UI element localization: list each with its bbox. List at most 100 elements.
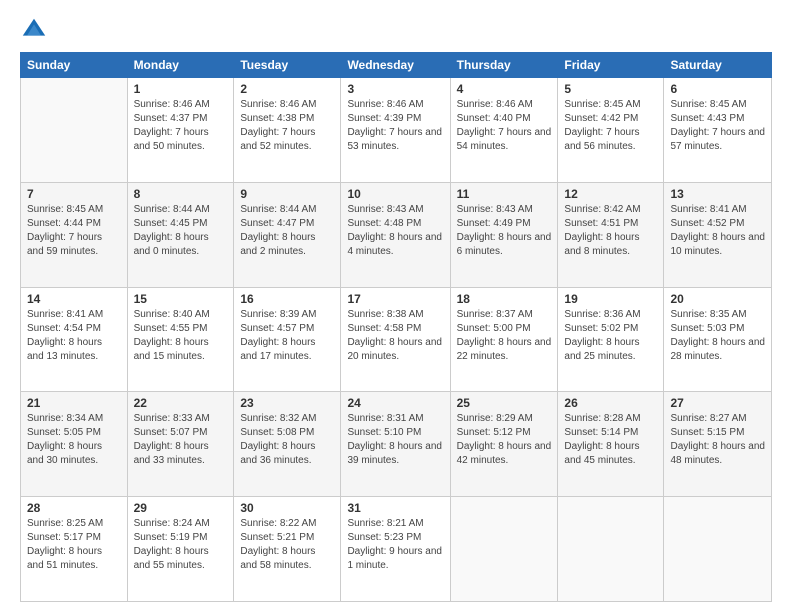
calendar-cell: 25 Sunrise: 8:29 AMSunset: 5:12 PMDayligh… bbox=[450, 392, 558, 497]
day-info: Sunrise: 8:45 AMSunset: 4:44 PMDaylight:… bbox=[27, 203, 121, 259]
weekday-header: Friday bbox=[558, 53, 664, 78]
calendar-week-row: 7 Sunrise: 8:45 AMSunset: 4:44 PMDaylight… bbox=[21, 182, 772, 287]
day-number: 3 bbox=[347, 82, 443, 96]
calendar-cell: 18Sunrise: 8:37 AMSunset: 5:00 PMDayligh… bbox=[450, 287, 558, 392]
day-number: 16 bbox=[240, 292, 334, 306]
day-info: Sunrise: 8:38 AMSunset: 4:58 PMDaylight:… bbox=[347, 308, 443, 364]
day-number: 6 bbox=[670, 82, 765, 96]
day-info: Sunrise: 8:24 AMSunset: 5:19 PMDaylight:… bbox=[134, 517, 228, 573]
calendar-cell bbox=[558, 497, 664, 602]
day-number: 14 bbox=[27, 292, 121, 306]
calendar-cell: 8Sunrise: 8:44 AMSunset: 4:45 PMDaylight… bbox=[127, 182, 234, 287]
day-number: 4 bbox=[457, 82, 552, 96]
day-info: Sunrise: 8:31 AMSunset: 5:10 PMDaylight:… bbox=[347, 412, 443, 468]
day-number: 11 bbox=[457, 187, 552, 201]
day-number: 29 bbox=[134, 501, 228, 515]
day-number: 13 bbox=[670, 187, 765, 201]
day-number: 27 bbox=[670, 396, 765, 410]
day-number: 9 bbox=[240, 187, 334, 201]
calendar-cell: 13Sunrise: 8:41 AMSunset: 4:52 PMDayligh… bbox=[664, 182, 772, 287]
calendar-cell: 11 Sunrise: 8:43 AMSunset: 4:49 PMDayligh… bbox=[450, 182, 558, 287]
logo-icon bbox=[20, 16, 48, 44]
day-info: Sunrise: 8:25 AMSunset: 5:17 PMDaylight:… bbox=[27, 517, 121, 573]
day-info: Sunrise: 8:39 AMSunset: 4:57 PMDaylight:… bbox=[240, 308, 334, 364]
day-number: 26 bbox=[564, 396, 657, 410]
calendar-cell: 4 Sunrise: 8:46 AMSunset: 4:40 PMDaylight… bbox=[450, 78, 558, 183]
calendar-cell: 20 Sunrise: 8:35 AMSunset: 5:03 PMDayligh… bbox=[664, 287, 772, 392]
day-info: Sunrise: 8:44 AMSunset: 4:47 PMDaylight:… bbox=[240, 203, 334, 259]
day-number: 2 bbox=[240, 82, 334, 96]
day-number: 12 bbox=[564, 187, 657, 201]
day-number: 17 bbox=[347, 292, 443, 306]
calendar-cell: 16 Sunrise: 8:39 AMSunset: 4:57 PMDayligh… bbox=[234, 287, 341, 392]
day-info: Sunrise: 8:43 AMSunset: 4:49 PMDaylight:… bbox=[457, 203, 552, 259]
calendar-cell bbox=[21, 78, 128, 183]
calendar-cell bbox=[450, 497, 558, 602]
day-info: Sunrise: 8:27 AMSunset: 5:15 PMDaylight:… bbox=[670, 412, 765, 468]
day-number: 21 bbox=[27, 396, 121, 410]
calendar-table: SundayMondayTuesdayWednesdayThursdayFrid… bbox=[20, 52, 772, 602]
day-info: Sunrise: 8:33 AMSunset: 5:07 PMDaylight:… bbox=[134, 412, 228, 468]
weekday-header: Sunday bbox=[21, 53, 128, 78]
calendar-cell: 2Sunrise: 8:46 AMSunset: 4:38 PMDaylight… bbox=[234, 78, 341, 183]
logo bbox=[20, 16, 52, 44]
calendar-cell: 22 Sunrise: 8:33 AMSunset: 5:07 PMDayligh… bbox=[127, 392, 234, 497]
day-number: 30 bbox=[240, 501, 334, 515]
calendar-week-row: 14 Sunrise: 8:41 AMSunset: 4:54 PMDayligh… bbox=[21, 287, 772, 392]
day-number: 5 bbox=[564, 82, 657, 96]
calendar-week-row: 21 Sunrise: 8:34 AMSunset: 5:05 PMDayligh… bbox=[21, 392, 772, 497]
day-number: 19 bbox=[564, 292, 657, 306]
day-info: Sunrise: 8:37 AMSunset: 5:00 PMDaylight:… bbox=[457, 308, 552, 364]
day-info: Sunrise: 8:41 AMSunset: 4:54 PMDaylight:… bbox=[27, 308, 121, 364]
day-info: Sunrise: 8:34 AMSunset: 5:05 PMDaylight:… bbox=[27, 412, 121, 468]
calendar-cell: 26Sunrise: 8:28 AMSunset: 5:14 PMDayligh… bbox=[558, 392, 664, 497]
header bbox=[20, 16, 772, 44]
calendar-cell: 9 Sunrise: 8:44 AMSunset: 4:47 PMDaylight… bbox=[234, 182, 341, 287]
weekday-header: Wednesday bbox=[341, 53, 450, 78]
calendar-cell: 7 Sunrise: 8:45 AMSunset: 4:44 PMDaylight… bbox=[21, 182, 128, 287]
calendar-cell: 14 Sunrise: 8:41 AMSunset: 4:54 PMDayligh… bbox=[21, 287, 128, 392]
day-info: Sunrise: 8:35 AMSunset: 5:03 PMDaylight:… bbox=[670, 308, 765, 364]
day-info: Sunrise: 8:46 AMSunset: 4:39 PMDaylight:… bbox=[347, 98, 443, 154]
calendar-cell: 10 Sunrise: 8:43 AMSunset: 4:48 PMDayligh… bbox=[341, 182, 450, 287]
day-info: Sunrise: 8:32 AMSunset: 5:08 PMDaylight:… bbox=[240, 412, 334, 468]
calendar-cell: 3 Sunrise: 8:46 AMSunset: 4:39 PMDaylight… bbox=[341, 78, 450, 183]
calendar-cell: 1 Sunrise: 8:46 AMSunset: 4:37 PMDaylight… bbox=[127, 78, 234, 183]
day-number: 28 bbox=[27, 501, 121, 515]
day-info: Sunrise: 8:40 AMSunset: 4:55 PMDaylight:… bbox=[134, 308, 228, 364]
day-number: 20 bbox=[670, 292, 765, 306]
day-info: Sunrise: 8:29 AMSunset: 5:12 PMDaylight:… bbox=[457, 412, 552, 468]
calendar-header-row: SundayMondayTuesdayWednesdayThursdayFrid… bbox=[21, 53, 772, 78]
day-info: Sunrise: 8:22 AMSunset: 5:21 PMDaylight:… bbox=[240, 517, 334, 573]
day-info: Sunrise: 8:42 AMSunset: 4:51 PMDaylight:… bbox=[564, 203, 657, 259]
calendar-cell: 15Sunrise: 8:40 AMSunset: 4:55 PMDayligh… bbox=[127, 287, 234, 392]
day-number: 23 bbox=[240, 396, 334, 410]
calendar-cell: 23 Sunrise: 8:32 AMSunset: 5:08 PMDayligh… bbox=[234, 392, 341, 497]
day-info: Sunrise: 8:46 AMSunset: 4:37 PMDaylight:… bbox=[134, 98, 228, 154]
day-info: Sunrise: 8:45 AMSunset: 4:42 PMDaylight:… bbox=[564, 98, 657, 154]
day-number: 25 bbox=[457, 396, 552, 410]
day-number: 10 bbox=[347, 187, 443, 201]
calendar-cell: 21 Sunrise: 8:34 AMSunset: 5:05 PMDayligh… bbox=[21, 392, 128, 497]
calendar-cell: 29 Sunrise: 8:24 AMSunset: 5:19 PMDayligh… bbox=[127, 497, 234, 602]
weekday-header: Saturday bbox=[664, 53, 772, 78]
day-info: Sunrise: 8:46 AMSunset: 4:40 PMDaylight:… bbox=[457, 98, 552, 154]
calendar-cell: 17 Sunrise: 8:38 AMSunset: 4:58 PMDayligh… bbox=[341, 287, 450, 392]
day-number: 7 bbox=[27, 187, 121, 201]
calendar-cell: 6Sunrise: 8:45 AMSunset: 4:43 PMDaylight… bbox=[664, 78, 772, 183]
calendar-cell: 19 Sunrise: 8:36 AMSunset: 5:02 PMDayligh… bbox=[558, 287, 664, 392]
weekday-header: Monday bbox=[127, 53, 234, 78]
day-number: 22 bbox=[134, 396, 228, 410]
calendar-cell: 12 Sunrise: 8:42 AMSunset: 4:51 PMDayligh… bbox=[558, 182, 664, 287]
day-info: Sunrise: 8:44 AMSunset: 4:45 PMDaylight:… bbox=[134, 203, 228, 259]
page: SundayMondayTuesdayWednesdayThursdayFrid… bbox=[0, 0, 792, 612]
day-number: 1 bbox=[134, 82, 228, 96]
calendar-week-row: 1 Sunrise: 8:46 AMSunset: 4:37 PMDaylight… bbox=[21, 78, 772, 183]
calendar-cell: 27 Sunrise: 8:27 AMSunset: 5:15 PMDayligh… bbox=[664, 392, 772, 497]
day-info: Sunrise: 8:43 AMSunset: 4:48 PMDaylight:… bbox=[347, 203, 443, 259]
calendar-cell: 28 Sunrise: 8:25 AMSunset: 5:17 PMDayligh… bbox=[21, 497, 128, 602]
calendar-week-row: 28 Sunrise: 8:25 AMSunset: 5:17 PMDayligh… bbox=[21, 497, 772, 602]
day-info: Sunrise: 8:36 AMSunset: 5:02 PMDaylight:… bbox=[564, 308, 657, 364]
weekday-header: Tuesday bbox=[234, 53, 341, 78]
weekday-header: Thursday bbox=[450, 53, 558, 78]
